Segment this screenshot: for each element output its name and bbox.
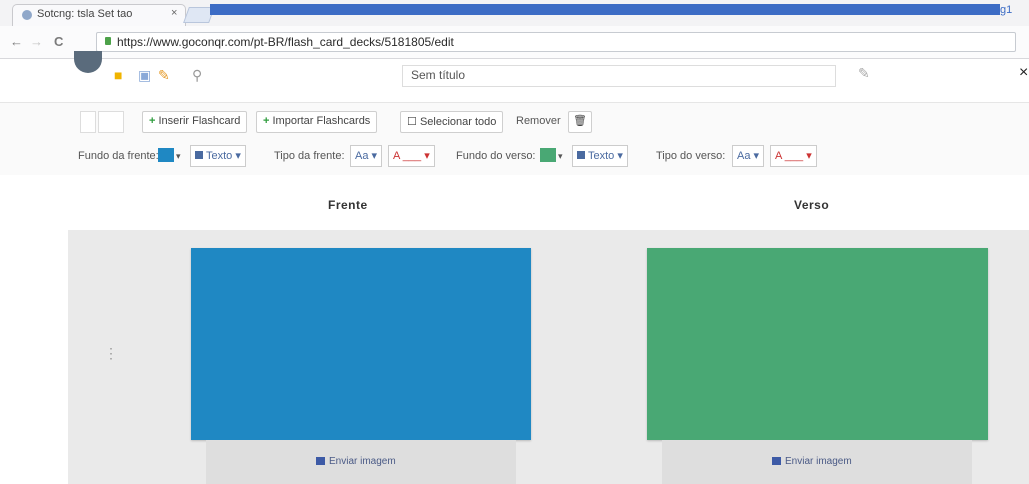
insert-flashcard-label: Inserir Flashcard [158,115,241,127]
back-background-label: Fundo do verso: [456,150,536,162]
address-bar[interactable]: https://www.goconqr.com/pt-BR/flash_card… [96,32,1016,52]
url-text: https://www.goconqr.com/pt-BR/flash_card… [117,35,454,49]
chevron-down-icon[interactable]: ▾ [176,151,181,162]
back-type-label: Tipo do verso: [656,150,726,162]
front-color-swatch[interactable] [158,148,174,162]
close-editor-icon[interactable]: × [1019,64,1028,82]
front-background-label: Fundo da frente: [78,150,159,162]
front-type-label: Tipo da frente: [274,150,345,162]
front-text-dropdown[interactable]: Texto ▾ [190,145,246,167]
back-upload-image-button[interactable]: Enviar imagem [772,456,852,467]
window-title-band [210,4,1000,15]
back-text-label: Texto [588,150,615,162]
front-font-color-dropdown[interactable]: A ___ ▾ [388,145,435,167]
select-all-label: Selecionar todo [419,116,497,128]
back-upload-image-label: Enviar imagem [785,456,852,467]
front-image-strip: Enviar imagem [206,440,516,484]
delete-label: Remover [516,115,561,127]
browser-tab[interactable]: Sotcng: tsla Set tao × [12,4,186,26]
browser-toolbar: ← → C https://www.goconqr.com/pt-BR/flas… [0,26,1029,59]
back-font-size-dropdown[interactable]: Aa ▾ [732,145,765,167]
card-front-editor[interactable] [191,248,531,440]
editor-controls: + Inserir Flashcard + Importar Flashcard… [0,103,1029,175]
lock-icon [105,37,111,45]
insert-flashcard-button[interactable]: + Inserir Flashcard [142,111,248,133]
plus-icon: + [263,115,270,127]
front-column-header: Frente [328,198,368,212]
search-icon[interactable]: ⚲ [192,67,202,84]
import-flashcards-button[interactable]: + Importar Flashcards [256,111,378,133]
select-all-button[interactable]: ☐ Selecionar todo [400,111,504,133]
back-arrow-icon[interactable]: ← [10,34,23,49]
magic-wand-icon[interactable]: ✎ [858,65,870,82]
chevron-down-icon[interactable]: ▾ [558,151,563,162]
window-user-badge: g1 [1000,4,1013,16]
tab-title: Sotcng: tsla Set tao [37,8,133,20]
tab-close-icon[interactable]: × [171,7,177,19]
back-text-dropdown[interactable]: Texto ▾ [572,145,628,167]
checkbox-icon: ☐ [407,116,417,128]
share-icon[interactable]: ▣ [138,67,151,84]
app-header: ■ ▣ ✎ ⚲ Sem título ✎ × [0,51,1029,103]
deck-title-input[interactable]: Sem título [402,65,836,87]
back-column-header: Verso [794,198,830,212]
image-icon [316,457,325,466]
font-size-label: Aa [355,150,369,162]
back-image-strip: Enviar imagem [662,440,972,484]
back-color-swatch[interactable] [540,148,556,162]
front-text-label: Texto [206,150,233,162]
delete-button[interactable]: 🗑 [568,111,592,133]
import-flashcards-label: Importar Flashcards [272,115,371,127]
page-favicon-icon [22,10,32,20]
folder-icon[interactable]: ■ [114,67,122,83]
plus-icon: + [149,115,156,127]
text-icon [195,151,203,159]
undo-button[interactable] [80,111,96,133]
image-icon [772,457,781,466]
front-font-size-dropdown[interactable]: Aa ▾ [350,145,383,167]
browser-tab-strip: Sotcng: tsla Set tao × g1 [0,0,1029,26]
redo-button[interactable] [98,111,124,133]
front-upload-image-button[interactable]: Enviar imagem [316,456,396,467]
text-icon [577,151,585,159]
edit-icon[interactable]: ✎ [158,67,170,84]
drag-handle-icon[interactable]: ⋮ [104,346,118,360]
font-color-label: A [393,150,400,162]
trash-icon: 🗑 [573,115,587,127]
app-logo [74,51,102,73]
font-size-label: Aa [737,150,751,162]
font-color-label: A [775,150,782,162]
forward-arrow-icon[interactable]: → [30,34,43,49]
card-back-editor[interactable] [647,248,988,440]
front-upload-image-label: Enviar imagem [329,456,396,467]
back-font-color-dropdown[interactable]: A ___ ▾ [770,145,817,167]
reload-icon[interactable]: C [54,34,63,49]
